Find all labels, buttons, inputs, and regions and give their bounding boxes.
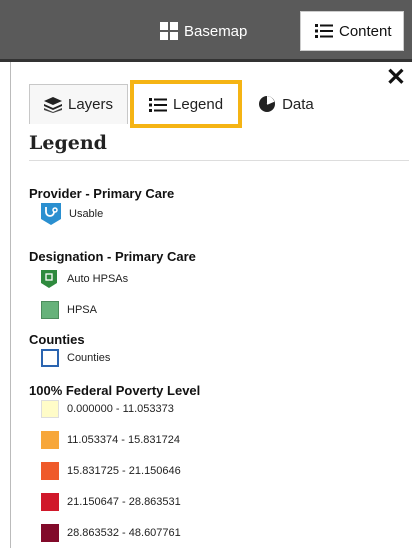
tab-legend[interactable]: Legend [130,80,243,128]
stethoscope-marker-icon [41,203,61,225]
legend-title: Legend [29,132,107,154]
basemap-label: Basemap [184,22,248,40]
group-title-poverty: 100% Federal Poverty Level [29,383,201,398]
basemap-button[interactable]: Basemap [160,11,290,51]
poverty-swatch [41,462,59,480]
top-toolbar: Basemap Content [0,0,412,62]
tab-legend-label: Legend [173,96,224,113]
legend-item-poverty-2: 11.053374 - 15.831724 [41,430,180,450]
counties-swatch [41,349,59,367]
group-title-counties: Counties [29,332,85,347]
legend-item-poverty-5: 28.863532 - 48.607761 [41,523,181,543]
list-icon [315,23,333,39]
poverty-swatch [41,493,59,511]
poverty-swatch [41,400,59,418]
group-title-provider: Provider - Primary Care [29,186,175,201]
list-icon [149,97,168,113]
group-title-designation: Designation - Primary Care [29,249,196,264]
legend-item-label: Counties [67,352,111,364]
hpsa-swatch [41,301,59,319]
green-marker-icon [41,270,59,288]
legend-item-usable: Usable [41,203,104,225]
content-button[interactable]: Content [300,11,404,51]
legend-item-auto-hpsas: Auto HPSAs [41,269,128,289]
legend-item-label: HPSA [67,304,97,316]
legend-item-poverty-4: 21.150647 - 28.863531 [41,492,181,512]
tab-layers-label: Layers [68,96,114,113]
legend-item-hpsa: HPSA [41,300,97,320]
pie-chart-icon [258,95,276,113]
legend-item-poverty-3: 15.831725 - 21.150646 [41,461,181,481]
close-icon[interactable]: ✕ [386,66,406,90]
layers-icon [44,96,62,113]
poverty-swatch [41,524,59,542]
content-label: Content [339,22,392,40]
panel-tabs: Layers Legend Data [29,80,334,128]
legend-item-label: Auto HPSAs [67,273,129,285]
tab-data-label: Data [282,95,314,113]
content-panel: ✕ Layers Legend Data Legend Provider - P… [10,62,409,548]
legend-item-poverty-1: 0.000000 - 11.053373 [41,399,174,419]
legend-divider [29,160,409,161]
tab-data[interactable]: Data [244,84,328,124]
legend-item-label: 11.053374 - 15.831724 [67,434,180,446]
legend-item-label: 15.831725 - 21.150646 [67,465,181,477]
tab-layers[interactable]: Layers [29,84,129,124]
grid-icon [160,22,178,40]
legend-item-label: 21.150647 - 28.863531 [67,496,181,508]
legend-item-label: 0.000000 - 11.053373 [67,403,174,415]
poverty-swatch [41,431,59,449]
legend-item-label: Usable [69,208,104,220]
legend-item-counties: Counties [41,348,110,368]
legend-item-label: 28.863532 - 48.607761 [67,527,181,539]
